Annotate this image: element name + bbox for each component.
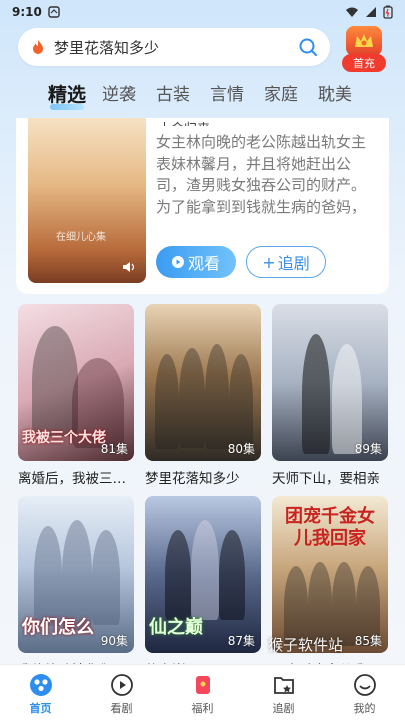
search-bar[interactable]: 梦里花落知多少 [18, 28, 330, 66]
gift-icon [191, 673, 215, 697]
drama-title: 天师下山，要相亲 [272, 471, 380, 487]
drama-poster[interactable]: 80集 [145, 304, 261, 461]
drama-card[interactable]: 89集 天师下山，要相亲 [272, 304, 388, 487]
drama-title: 离婚后，我被三个大佬宠上天 [18, 471, 134, 487]
drama-poster[interactable]: 89集 [272, 304, 388, 461]
battery-icon [383, 5, 393, 19]
featured-title: 十金归来 [158, 118, 210, 126]
plus-icon: + [262, 252, 276, 272]
recharge-label: 首充 [342, 54, 386, 72]
poster-text: 仙之巅 [149, 617, 203, 638]
drama-poster[interactable]: 我被三个大佬 81集 [18, 304, 134, 461]
drama-poster[interactable]: 仙之巅 87集 [145, 496, 261, 653]
first-recharge-button[interactable]: 首充 [342, 26, 386, 72]
poster-text: 你们怎么 [22, 617, 94, 638]
search-query[interactable]: 梦里花落知多少 [54, 37, 298, 58]
featured-poster[interactable]: 在细儿心集 [28, 118, 146, 283]
nav-welfare-label: 福利 [191, 702, 214, 715]
status-bar: 9:10 [0, 0, 405, 24]
nav-welfare[interactable]: 福利 [162, 665, 243, 720]
nav-follow-label: 追剧 [272, 702, 295, 715]
episode-count: 80集 [227, 442, 255, 456]
nav-follow[interactable]: 追剧 [243, 665, 324, 720]
nav-home-label: 首页 [29, 702, 52, 715]
drama-poster[interactable]: 你们怎么 90集 [18, 496, 134, 653]
crown-icon [346, 26, 382, 56]
nav-watch-label: 看剧 [110, 702, 133, 715]
drama-poster[interactable]: 团宠千金女儿我回家 85集 [272, 496, 388, 653]
episode-count: 87集 [227, 634, 255, 648]
episode-count: 90集 [100, 634, 128, 648]
drama-card[interactable]: 你们怎么 90集 我修炼功法你们怎么都疯了 [18, 496, 134, 679]
follow-label: 追剧 [277, 254, 310, 273]
site-watermark: 猴子软件站 [268, 636, 344, 654]
poster-text: 团宠千金女儿我回家 [285, 506, 375, 549]
volume-icon[interactable] [122, 261, 136, 273]
follow-button[interactable]: + 追剧 [246, 246, 326, 278]
tab-featured[interactable]: 精选 [48, 80, 102, 110]
category-tabs: 精选 逆袭 古装 言情 家庭 耽美 [48, 80, 372, 110]
nav-home[interactable]: 首页 [0, 665, 81, 720]
watch-button[interactable]: 观看 [156, 246, 236, 278]
tab-bl[interactable]: 耽美 [318, 80, 372, 107]
search-icon[interactable] [298, 37, 318, 57]
notification-icon [48, 6, 60, 18]
bottom-nav: 首页 看剧 福利 追剧 我的 [0, 664, 405, 720]
tab-costume[interactable]: 古装 [156, 80, 210, 107]
tab-comeback[interactable]: 逆袭 [102, 80, 156, 107]
home-icon [29, 673, 53, 697]
status-time: 9:10 [12, 5, 42, 19]
featured-card: 在细儿心集 十金归来 女主林向晚的老公陈越出轨女主表妹林馨月，并且将她赶出公司，… [16, 118, 389, 294]
featured-description: 女主林向晚的老公陈越出轨女主表妹林馨月，并且将她赶出公司，渣男贱女独吞公司的财产… [156, 133, 367, 216]
episode-count: 85集 [354, 634, 382, 648]
nav-watch[interactable]: 看剧 [81, 665, 162, 720]
tab-romance[interactable]: 言情 [210, 80, 264, 107]
episode-count: 89集 [354, 442, 382, 456]
nav-profile[interactable]: 我的 [324, 665, 405, 720]
watch-label: 观看 [187, 254, 220, 273]
poster-watermark: 在细儿心集 [56, 232, 106, 243]
flame-icon [33, 40, 43, 54]
poster-text: 我被三个大佬 [22, 430, 106, 446]
profile-icon [353, 673, 377, 697]
bookmark-icon [272, 673, 296, 697]
play-icon [171, 256, 184, 268]
nav-profile-label: 我的 [353, 702, 376, 715]
drama-card[interactable]: 80集 梦里花落知多少 [145, 304, 261, 487]
signal-icon [366, 7, 376, 17]
episode-count: 81集 [100, 442, 128, 456]
wifi-icon [346, 7, 358, 17]
drama-card[interactable]: 我被三个大佬 81集 离婚后，我被三个大佬宠上天 [18, 304, 134, 487]
drama-card[interactable]: 仙之巅 87集 仙之巅 [145, 496, 261, 679]
play-icon [110, 673, 134, 697]
tab-family[interactable]: 家庭 [264, 80, 318, 107]
drama-title: 梦里花落知多少 [145, 471, 240, 487]
